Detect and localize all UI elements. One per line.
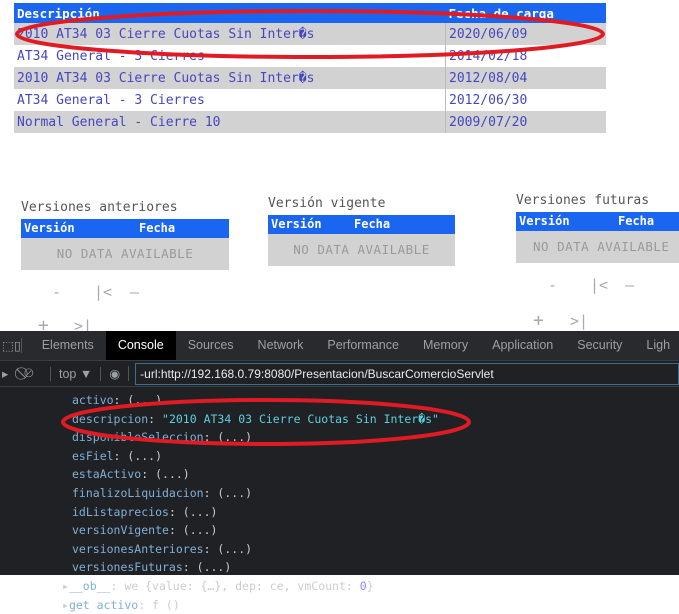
property-value: f () bbox=[152, 597, 180, 612]
annotation-ellipse bbox=[61, 398, 471, 446]
property-key: get activo bbox=[68, 597, 139, 612]
property-key: __ob__ bbox=[68, 578, 111, 593]
property-brace: } bbox=[366, 578, 374, 593]
console-property[interactable]: ▸get activo: f () bbox=[0, 596, 679, 614]
console-property[interactable]: ▸__ob__: we {value: {…}, dep: ce, vmCoun… bbox=[0, 577, 679, 596]
annotation-overlay bbox=[15, 9, 605, 446]
expand-arrow-icon[interactable]: ▸ bbox=[62, 579, 69, 593]
property-value: we {value: {…}, dep: ce, vmCount: bbox=[124, 578, 360, 593]
annotation-ellipse bbox=[15, 9, 605, 59]
expand-arrow-icon[interactable]: ▸ bbox=[62, 598, 69, 612]
property-number: 0 bbox=[359, 578, 367, 593]
